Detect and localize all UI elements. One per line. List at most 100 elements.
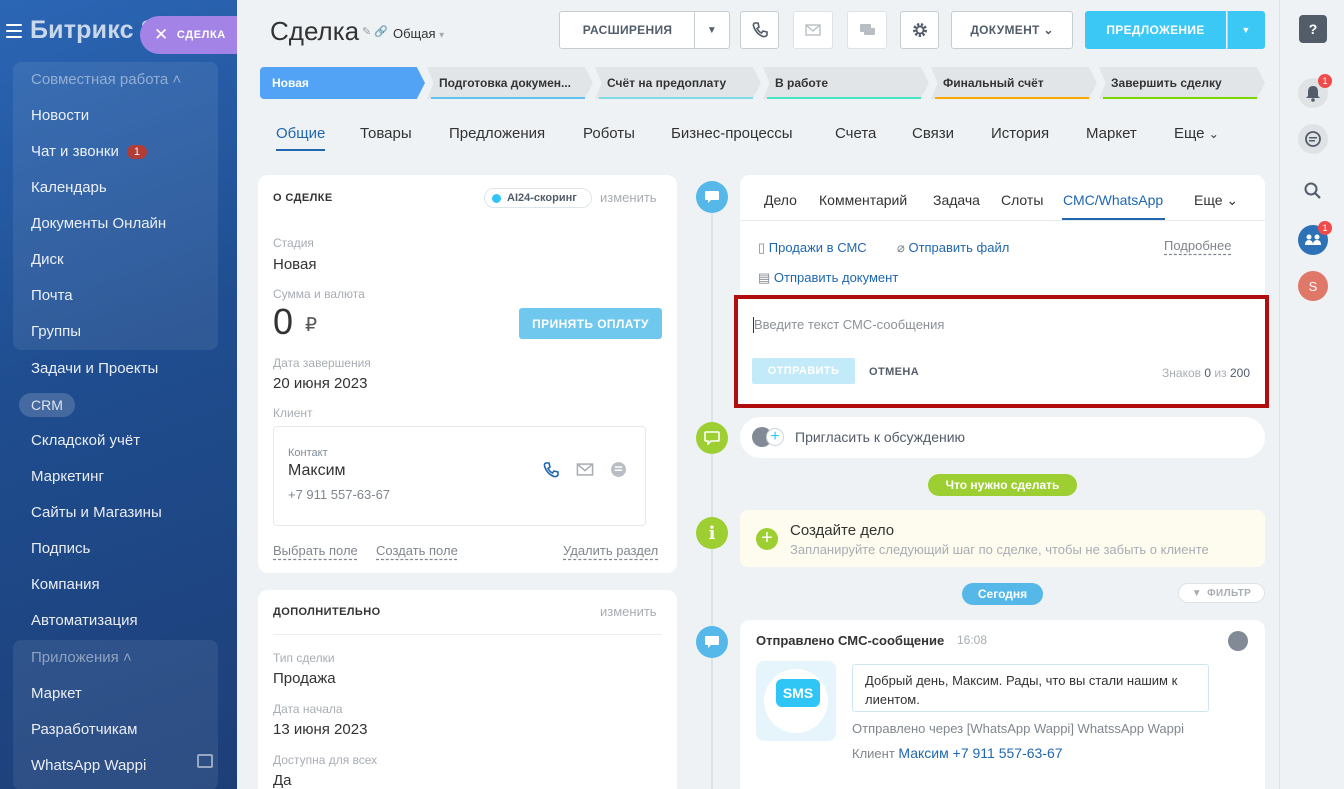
sidebar-group-collab (13, 62, 218, 350)
delete-section-link[interactable]: Удалить раздел (563, 543, 658, 558)
mail-icon[interactable] (576, 463, 594, 476)
editor-tab-sms[interactable]: СМС/WhatsApp (1063, 192, 1163, 208)
stage-final-invoice[interactable]: Финальный счёт (931, 67, 1097, 99)
editor-tabs-divider (740, 220, 1265, 221)
menu-icon[interactable] (6, 24, 22, 38)
tab-general[interactable]: Общие (276, 125, 325, 142)
contact-name[interactable]: Максим (288, 462, 346, 480)
stage-new[interactable]: Новая (260, 67, 425, 99)
extensions-button[interactable]: РАСШИРЕНИЯ (559, 11, 695, 49)
send-button[interactable]: ОТПРАВИТЬ (752, 358, 855, 384)
tab-business-processes[interactable]: Бизнес-процессы (671, 125, 793, 142)
phone-icon[interactable] (542, 460, 560, 480)
add-icon[interactable]: + (756, 528, 778, 550)
ai-scoring-chip[interactable]: AI24-скоринг (484, 188, 592, 208)
message-icon[interactable] (610, 461, 627, 478)
sidebar-item-sites[interactable]: Сайты и Магазины (31, 504, 162, 521)
chevron-down-icon: ⌄ (1043, 23, 1054, 37)
timeline-line (711, 198, 713, 789)
printer-icon[interactable] (197, 754, 213, 768)
stage-in-work[interactable]: В работе (763, 67, 929, 99)
user-avatar[interactable]: S (1298, 271, 1328, 301)
sidebar-item-tasks[interactable]: Задачи и Проекты (31, 360, 158, 377)
edit-icon[interactable]: ✎ 🔗 (362, 25, 388, 38)
cancel-button[interactable]: ОТМЕНА (869, 366, 919, 378)
sidebar-group-title[interactable]: Совместная работа ˄ (31, 71, 181, 88)
sales-sms-link[interactable]: ▯ Продажи в СМС (758, 240, 867, 256)
sms-text-input[interactable]: Введите текст СМС-сообщения (754, 317, 944, 332)
send-file-link[interactable]: ⌀ Отправить файл (897, 240, 1009, 256)
sidebar-item-market[interactable]: Маркет (31, 685, 82, 702)
phone-button[interactable] (740, 11, 779, 49)
tab-products[interactable]: Товары (360, 125, 412, 142)
chat-button[interactable] (847, 11, 887, 49)
editor-tab-slots[interactable]: Слоты (1001, 192, 1043, 208)
editor-tab-more[interactable]: Еще ⌄ (1194, 192, 1238, 209)
help-icon[interactable]: ? (1299, 15, 1327, 43)
editor-tab-task[interactable]: Задача (933, 192, 980, 208)
sidebar-group-title-apps[interactable]: Приложения ˄ (31, 649, 132, 666)
sidebar-item-groups[interactable]: Группы (31, 323, 81, 340)
sidebar-item-news[interactable]: Новости (31, 107, 89, 124)
tab-invoices[interactable]: Счета (835, 125, 876, 142)
about-edit-link[interactable]: изменить (600, 190, 657, 205)
editor-tab-activity[interactable]: Дело (764, 192, 797, 208)
author-avatar-icon[interactable] (1228, 631, 1248, 651)
sidebar-item-warehouse[interactable]: Складской учёт (31, 432, 140, 449)
send-document-link[interactable]: ▤ Отправить документ (758, 270, 898, 286)
sidebar-item-chat[interactable]: Чат и звонки 1 (31, 143, 147, 160)
offer-dropdown[interactable]: ▼ (1227, 11, 1265, 49)
tab-robots[interactable]: Роботы (583, 125, 635, 142)
tab-offers[interactable]: Предложения (449, 125, 545, 142)
deal-close-chip[interactable]: ✕ СДЕЛКА (140, 16, 237, 54)
settings-button[interactable] (900, 11, 939, 49)
email-button[interactable] (793, 11, 833, 49)
group-chat-icon[interactable]: 1 (1298, 221, 1332, 255)
invite-discussion[interactable]: + Пригласить к обсуждению (740, 417, 1265, 458)
sidebar-item-marketing[interactable]: Маркетинг (31, 468, 104, 485)
client-link[interactable]: Максим +7 911 557-63-67 (898, 745, 1062, 761)
select-field-link[interactable]: Выбрать поле (273, 543, 358, 558)
stage-finish[interactable]: Завершить сделку (1099, 67, 1265, 99)
sms-compose-box[interactable]: Введите текст СМС-сообщения ОТПРАВИТЬ ОТ… (734, 295, 1269, 408)
tab-market[interactable]: Маркет (1086, 125, 1137, 142)
right-rail: ? 1 1 S (1279, 0, 1344, 789)
page-title: Сделка (270, 16, 360, 46)
logo[interactable]: Битрикс 2 (30, 16, 155, 45)
create-activity-card[interactable]: + Создайте дело Запланируйте следующий ш… (740, 510, 1265, 567)
todo-section-pill: Что нужно сделать (928, 474, 1077, 496)
accept-payment-button[interactable]: ПРИНЯТЬ ОПЛАТУ (519, 308, 662, 339)
sidebar-item-calendar[interactable]: Календарь (31, 179, 107, 196)
extra-edit-link[interactable]: изменить (600, 604, 657, 619)
chat-icon[interactable] (1298, 124, 1328, 154)
bell-icon[interactable]: 1 (1298, 74, 1332, 108)
stage-docs[interactable]: Подготовка докумен... (427, 67, 593, 99)
tab-links[interactable]: Связи (912, 125, 954, 142)
close-icon[interactable]: ✕ (154, 25, 169, 45)
sidebar-item-developers[interactable]: Разработчикам (31, 721, 137, 738)
stage-prepay[interactable]: Счёт на предоплату (595, 67, 761, 99)
sidebar-item-disk[interactable]: Диск (31, 251, 64, 268)
tab-more[interactable]: Еще ⌄ (1174, 125, 1219, 142)
sidebar-item-whatsapp[interactable]: WhatsApp Wappi (31, 757, 146, 774)
active-tab-indicator (276, 149, 325, 151)
todo-subtitle: Запланируйте следующий шаг по сделке, чт… (790, 542, 1209, 557)
editor-tab-comment[interactable]: Комментарий (819, 192, 907, 208)
sidebar-item-automation[interactable]: Автоматизация (31, 612, 138, 629)
category-select[interactable]: Общая ▾ (393, 26, 444, 41)
offer-button[interactable]: ПРЕДЛОЖЕНИЕ (1085, 11, 1226, 49)
create-field-link[interactable]: Создать поле (376, 543, 458, 558)
contact-phone[interactable]: +7 911 557-63-67 (288, 487, 390, 502)
search-icon[interactable] (1298, 176, 1328, 206)
sidebar-item-crm[interactable]: CRM (19, 393, 75, 417)
filter-button[interactable]: ▼ ФИЛЬТР (1178, 583, 1265, 603)
sidebar-item-docs[interactable]: Документы Онлайн (31, 215, 166, 232)
sidebar-item-mail[interactable]: Почта (31, 287, 73, 304)
more-info-link[interactable]: Подробнее (1164, 238, 1231, 253)
sidebar-item-company[interactable]: Компания (31, 576, 100, 593)
timeline-sms-icon (696, 626, 728, 658)
extensions-dropdown[interactable]: ▼ (694, 11, 730, 49)
document-button[interactable]: ДОКУМЕНТ ⌄ (951, 11, 1073, 49)
sidebar-item-sign[interactable]: Подпись (31, 540, 90, 557)
tab-history[interactable]: История (991, 125, 1049, 142)
